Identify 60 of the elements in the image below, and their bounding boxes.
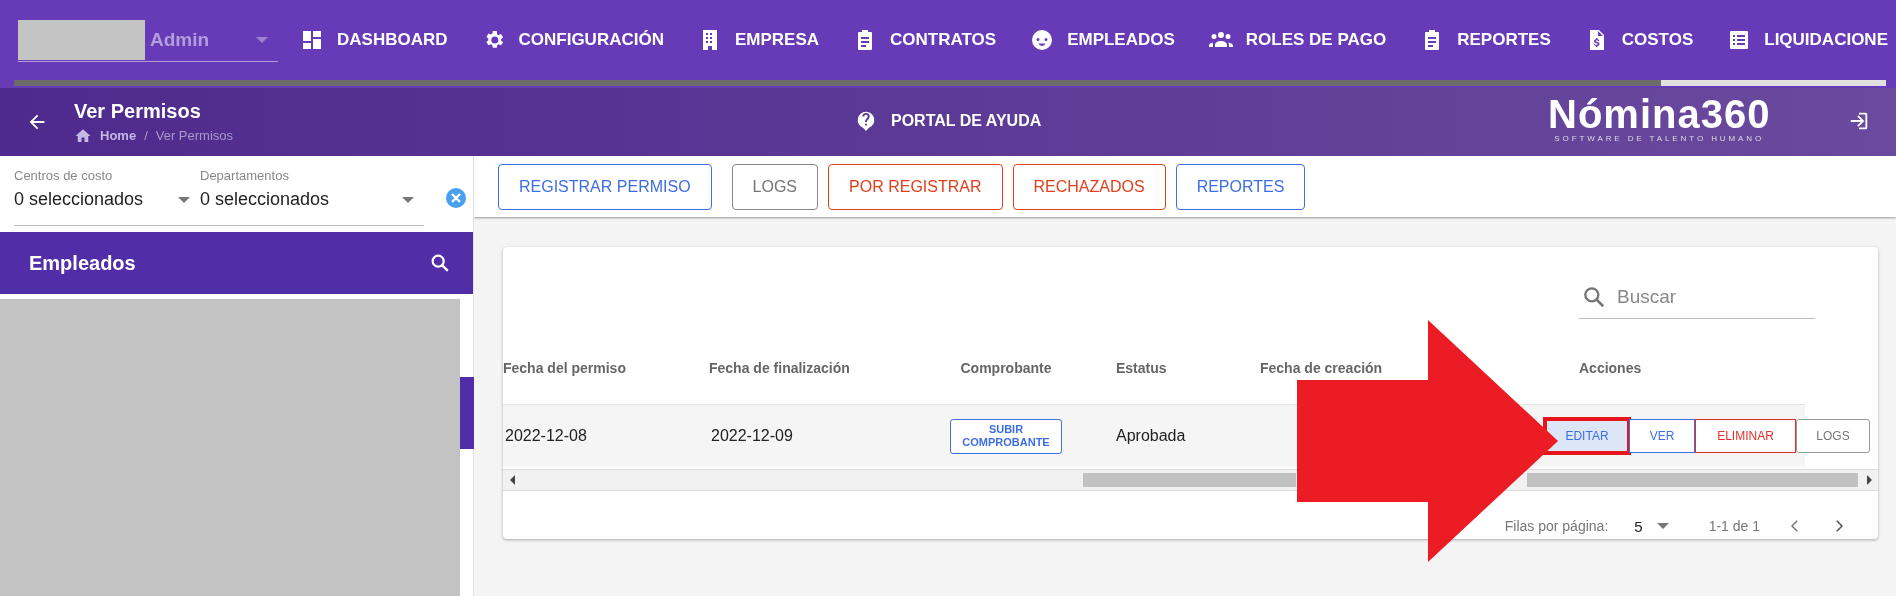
column-header: Fecha de finalización [709,360,851,376]
search-icon [1581,284,1607,310]
nav-item[interactable]: EMPRESA [697,28,820,52]
user-role: Admin [150,28,210,51]
employees-title: Empleados [29,251,136,275]
nav-item[interactable]: LIQUIDACIONE [1727,28,1888,52]
help-portal-link[interactable]: PORTAL DE AYUDA [855,110,1042,132]
action-button[interactable]: VER [1629,419,1695,453]
action-button[interactable]: ELIMINAR [1695,419,1796,453]
column-header: Fecha del permiso [503,360,627,376]
breadcrumb-separator: / [144,128,148,143]
scroll-left-icon[interactable] [510,475,515,485]
filter-select[interactable]: 0 seleccionados [200,189,424,210]
face-icon [1030,28,1055,52]
page-title: Ver Permisos [74,99,202,123]
column-header: Acciones [1578,360,1643,376]
caret-icon [178,196,190,203]
help-icon [855,110,877,132]
filter-label: Departamentos [200,168,290,183]
search-icon[interactable] [429,252,451,274]
nav-item[interactable]: EMPLEADOS [1030,28,1175,52]
upload-button[interactable]: SUBIR COMPROBANTE [950,418,1062,454]
caret-icon [256,36,268,43]
nav-item[interactable]: CONTRATOS [853,28,997,52]
breadcrumb-link[interactable]: Home [100,128,137,143]
table-cell-text: Aprobada [1115,427,1187,445]
table-cell-text: 2022-12-09 [710,427,794,445]
scrollbar-thumb-segment[interactable] [1527,473,1858,487]
caret-icon [402,196,414,203]
table-cell-text: 2022-12-08 [504,427,588,445]
nav-item[interactable]: DASHBOARD [300,28,448,52]
rows-per-page-select[interactable]: 5 [1634,517,1669,535]
action-button[interactable]: EDITAR [1545,419,1629,453]
dashboard-icon [300,28,324,52]
nav-item[interactable]: ROLES DE PAGO [1208,28,1387,52]
filter-label: Centros de costo [14,168,114,183]
toolbar-button[interactable]: LOGS [731,163,819,210]
page-range: 1-1 de 1 [1708,518,1760,534]
nav-item[interactable]: CONFIGURACIÓN [481,28,664,52]
toolbar-button[interactable]: RECHAZADOS [1012,163,1166,210]
logo-tagline: SOFTWARE DE TALENTO HUMANO [1554,134,1765,143]
toolbar-button[interactable]: POR REGISTRAR [828,163,1003,210]
search-field[interactable]: Buscar [1579,275,1815,319]
clear-icon[interactable] [444,186,468,210]
selection-marker [460,377,474,449]
toolbar-button[interactable]: REGISTRAR PERMISO [498,163,712,210]
scrollbar-thumb-segment[interactable] [1083,473,1296,487]
scroll-right-icon[interactable] [1867,475,1872,485]
logo-name: Nómina360 [1548,94,1771,134]
rows-per-page-label: Filas por página: [1504,518,1609,534]
column-header: Estatus [1115,360,1168,376]
nav-item[interactable]: REPORTES [1420,28,1551,52]
logout-icon[interactable] [1848,110,1870,132]
toolbar-button[interactable]: REPORTES [1175,163,1306,210]
filter-select[interactable]: 0 seleccionados [14,189,200,210]
column-header: Comprobante [960,360,1052,376]
column-header: Fecha de creación [1259,360,1384,376]
nav-item[interactable]: COSTOS [1584,28,1694,52]
action-button[interactable]: LOGS [1796,419,1870,453]
breadcrumb-current: Ver Permisos [155,128,234,143]
